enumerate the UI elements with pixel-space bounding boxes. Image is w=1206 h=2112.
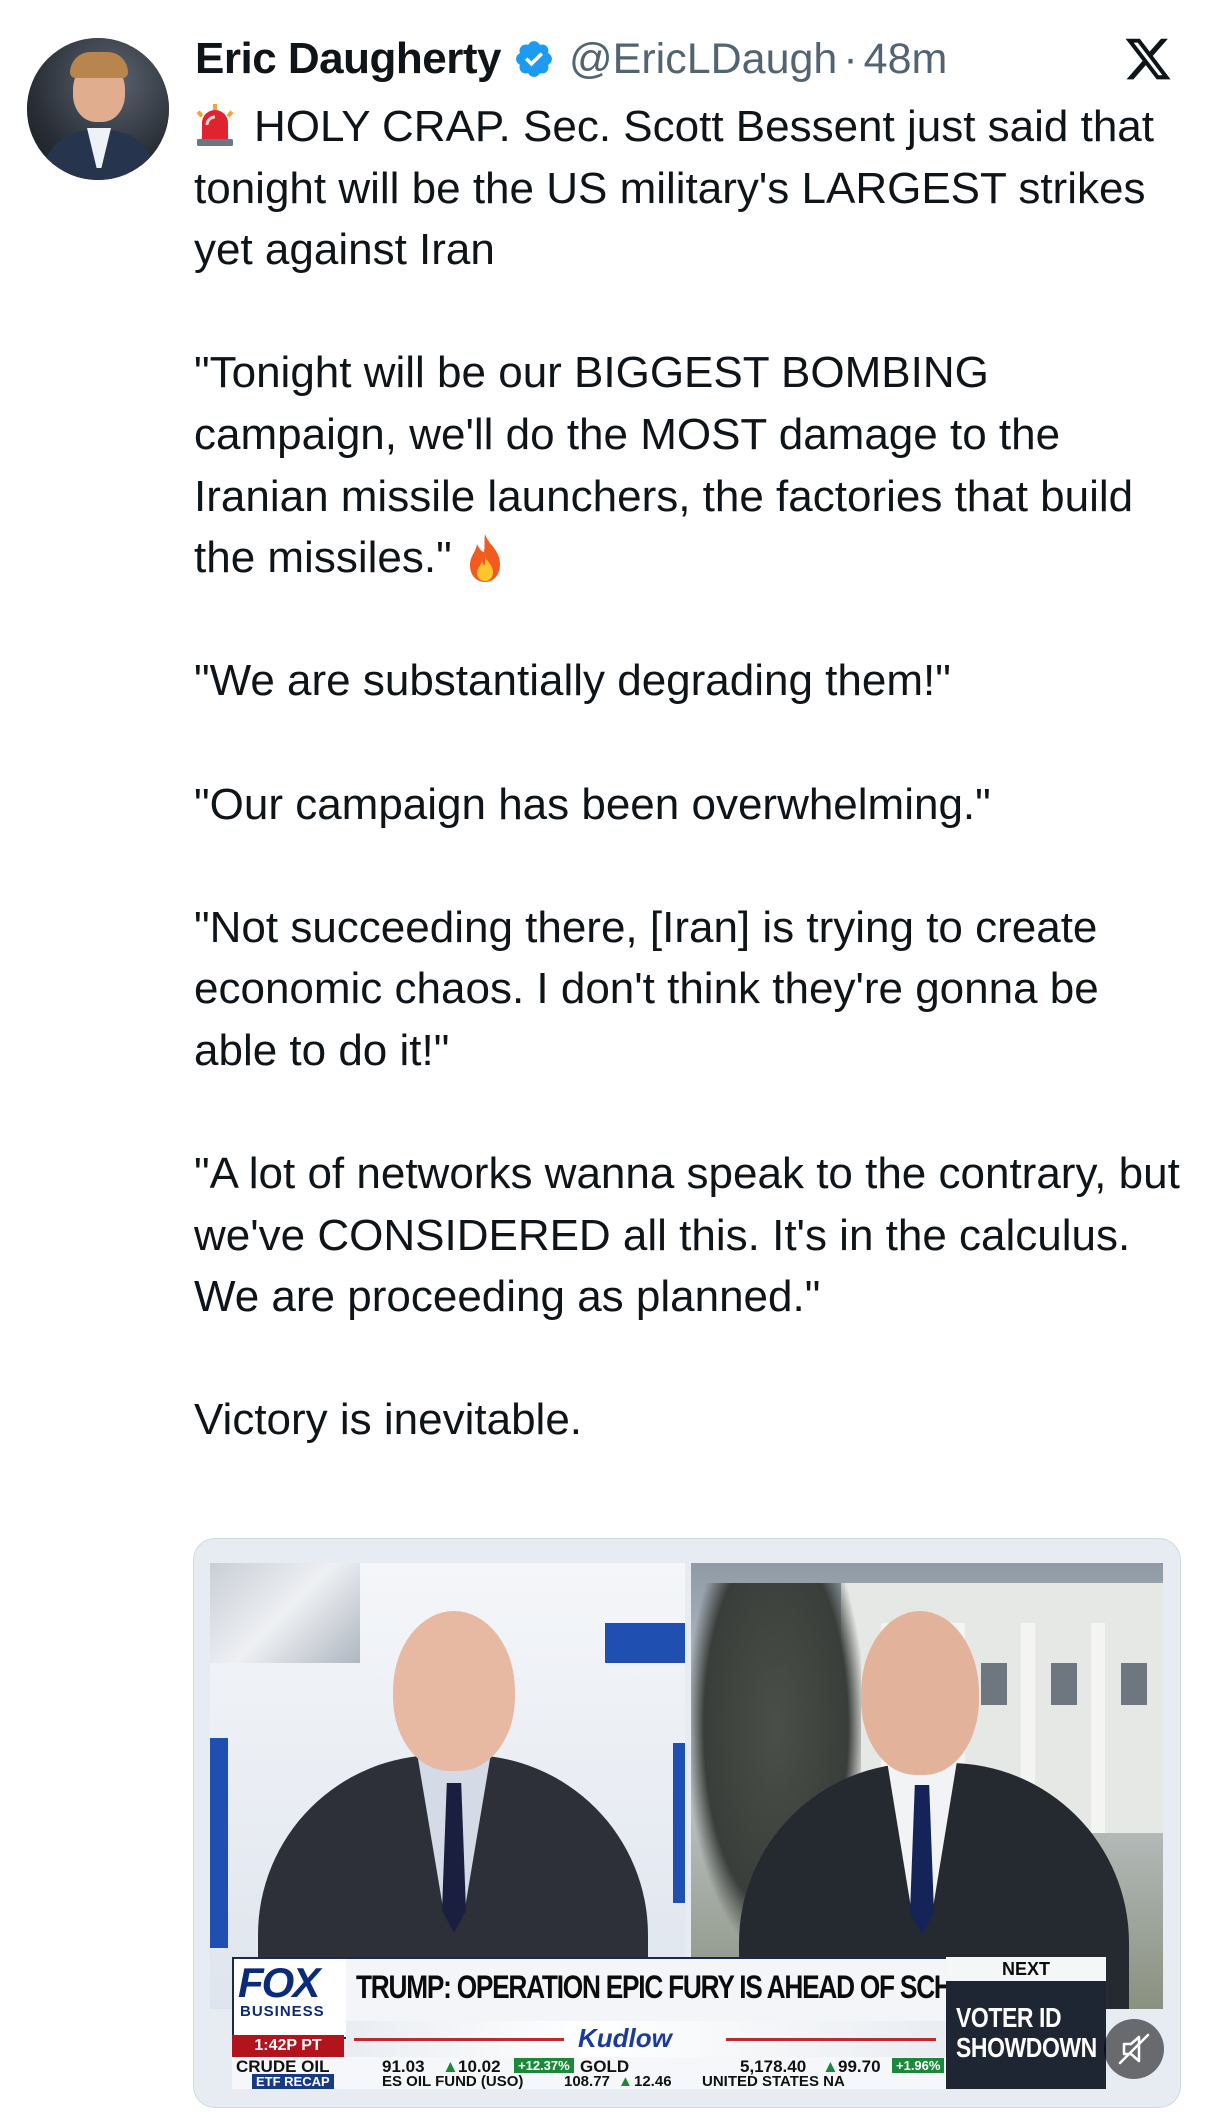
fox-business-logo: FOX BUSINESS xyxy=(232,1957,348,2039)
post-text: HOLY CRAP. Sec. Scott Bessent just said … xyxy=(194,96,1184,1451)
mute-button[interactable] xyxy=(1104,2019,1164,2079)
post-paragraph: "A lot of networks wanna speak to the co… xyxy=(194,1149,1180,1322)
muted-speaker-icon xyxy=(1118,2033,1150,2065)
siren-icon xyxy=(196,104,234,146)
verified-badge-icon xyxy=(516,41,552,77)
post-paragraph: Victory is inevitable. xyxy=(194,1395,583,1445)
video-left-panel xyxy=(210,1563,685,2009)
next-show-title: VOTER ID SHOWDOWN xyxy=(956,2002,1097,2063)
author-name[interactable]: Eric Daugherty xyxy=(195,34,501,84)
separator-dot: · xyxy=(843,34,858,83)
stock-ticker: CRUDE OIL ETF RECAP 91.03 ▲ 10.02 +12.37… xyxy=(232,2057,946,2090)
x-logo-icon[interactable] xyxy=(1122,34,1174,84)
post-paragraph: "Not succeeding there, [Iran] is trying … xyxy=(194,902,1099,1075)
chyron-headline: TRUMP: OPERATION EPIC FURY IS AHEAD OF S… xyxy=(356,1969,1036,2005)
up-next-box: NEXT VOTER ID SHOWDOWN xyxy=(946,1957,1106,2089)
post-paragraph: "Our campaign has been overwhelming." xyxy=(194,779,991,829)
fire-icon xyxy=(469,534,500,583)
broadcast-time: 1:42P PT xyxy=(232,2035,344,2057)
author-handle[interactable]: @EricLDaugh xyxy=(569,35,837,84)
show-name: Kudlow xyxy=(578,2023,672,2053)
post-time[interactable]: 48m xyxy=(864,35,948,84)
avatar[interactable] xyxy=(27,38,169,180)
post-paragraph: HOLY CRAP. Sec. Scott Bessent just said … xyxy=(194,102,1155,275)
post-paragraph: "We are substantially degrading them!" xyxy=(194,656,951,706)
post-paragraph: "Tonight will be our BIGGEST BOMBING cam… xyxy=(194,348,1134,583)
video-right-panel xyxy=(691,1563,1163,2009)
video-player[interactable]: FOX BUSINESS 1:42P PT TRUMP: OPERATION E… xyxy=(193,1538,1181,2108)
next-label: NEXT xyxy=(946,1957,1106,1981)
post-header: Eric Daugherty @EricLDaugh · 48m xyxy=(195,30,947,88)
chyron: FOX BUSINESS 1:42P PT TRUMP: OPERATION E… xyxy=(232,1957,1152,2090)
